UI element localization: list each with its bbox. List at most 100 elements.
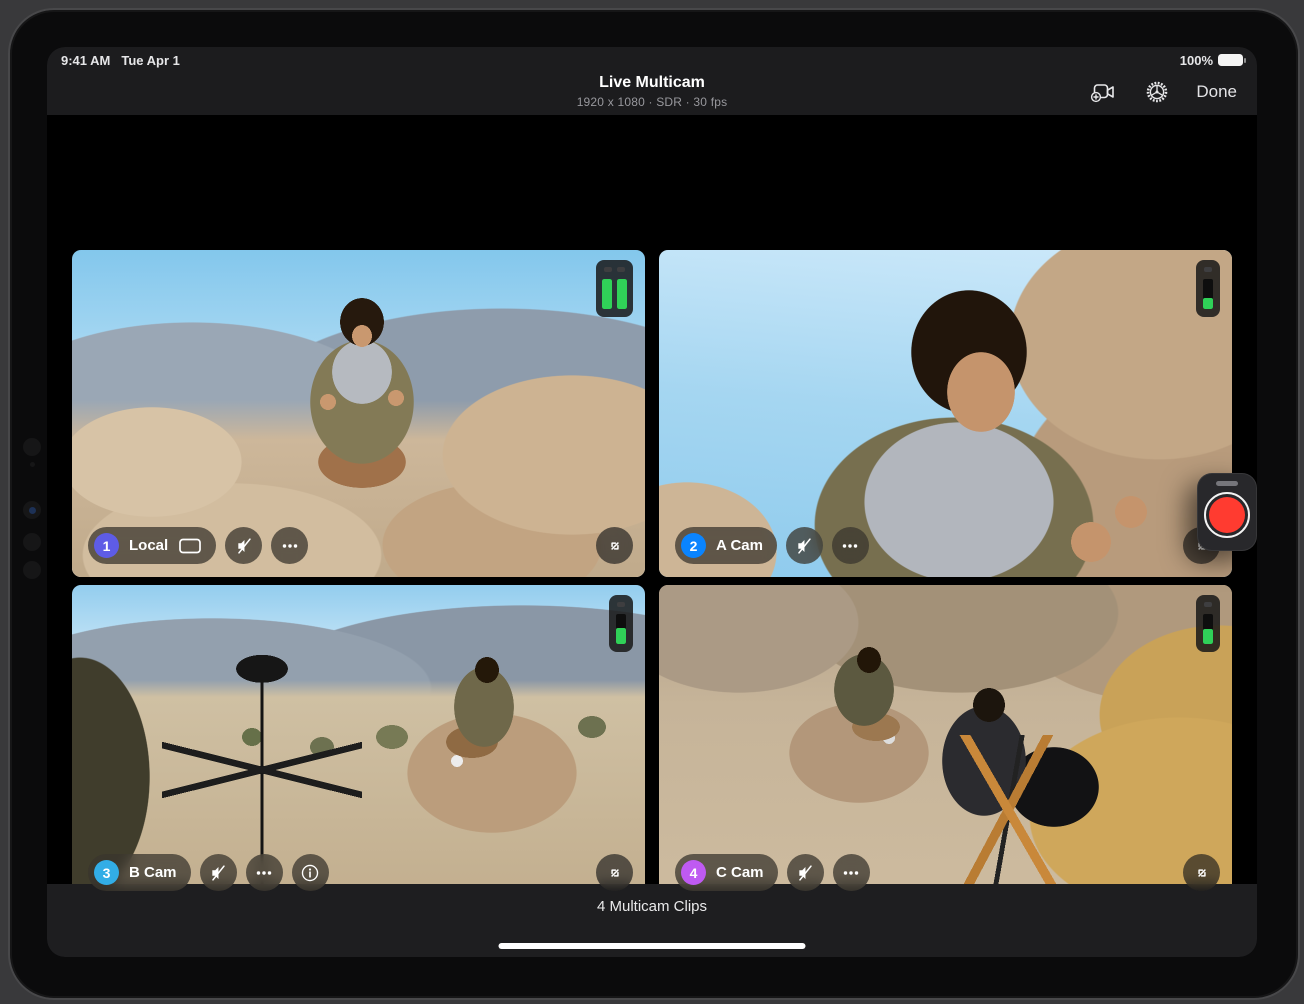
ellipsis-icon [839,535,861,557]
front-sensor-dot [30,462,35,467]
add-camera-button[interactable] [1088,80,1118,104]
speaker-muted-icon [207,862,229,884]
camera-name-label: A Cam [716,537,763,554]
camera-name-pill[interactable]: 3 B Cam [88,854,191,891]
done-button[interactable]: Done [1196,82,1237,102]
camera-number-badge: 2 [681,533,706,558]
mute-button[interactable] [225,527,262,564]
navigation-bar: Live Multicam 1920 x 1080 · SDR · 30 fps [47,69,1257,115]
front-camera-lens [29,507,36,514]
meter-level [602,279,612,309]
expand-icon [605,536,625,556]
camera-name-pill[interactable]: 4 C Cam [675,854,778,891]
page-title: Live Multicam [47,74,1257,92]
meter-status-dots [1204,602,1212,607]
more-options-button[interactable] [833,854,870,891]
camera-name-pill[interactable]: 2 A Cam [675,527,777,564]
ellipsis-icon [279,535,301,557]
tile-controls-local: 1 Local [88,527,308,564]
info-button[interactable] [292,854,329,891]
meter-dot [604,267,612,272]
camera-tile-b-cam[interactable]: 3 B Cam [72,585,645,904]
meter-bars [1203,279,1213,309]
top-chrome-bar: 9:41 AM Tue Apr 1 100% Live Multicam 192… [47,47,1257,115]
bottom-bar: 4 Multicam Clips [47,884,1257,957]
mute-button[interactable] [200,854,237,891]
tile-controls-a-cam: 2 A Cam [675,527,869,564]
info-icon [299,862,321,884]
more-options-button[interactable] [832,527,869,564]
meter-bars [616,614,626,644]
mute-button[interactable] [787,854,824,891]
expand-tile-button[interactable] [596,854,633,891]
battery-icon [1218,54,1243,66]
meter-level [616,628,626,645]
status-time: 9:41 AM [61,53,110,68]
camera-tile-c-cam[interactable]: 4 C Cam [659,585,1232,904]
expand-icon [1192,863,1212,883]
status-right-cluster: 100% [1180,53,1243,68]
audio-meter-c-cam [1196,595,1220,652]
camera-name-label: C Cam [716,864,764,881]
meter-dot [617,602,625,607]
front-sensor-dot [23,561,41,579]
camera-number-badge: 3 [94,860,119,885]
tripod-foreground [162,655,362,885]
speaker-muted-icon [233,535,255,557]
ellipsis-icon [840,862,862,884]
expand-icon [605,863,625,883]
expand-tile-button[interactable] [1183,854,1220,891]
camera-tile-local[interactable]: 1 Local [72,250,645,577]
more-options-button[interactable] [246,854,283,891]
meter-track [616,614,626,644]
meter-dot [1204,267,1212,272]
meter-level [1203,298,1213,309]
meter-level [1203,629,1213,644]
page-subtitle: 1920 x 1080 · SDR · 30 fps [47,95,1257,109]
meter-dot [1204,602,1212,607]
desktop-background: 9:41 AM Tue Apr 1 100% Live Multicam 192… [0,0,1304,1004]
home-indicator[interactable] [499,943,806,949]
meter-status-dots [1204,267,1212,272]
camera-name-label: B Cam [129,864,177,881]
record-drag-handle[interactable] [1216,481,1238,486]
camera-name-pill[interactable]: 1 Local [88,527,216,564]
speaker-muted-icon [793,535,815,557]
meter-status-dots [604,267,625,272]
settings-button[interactable] [1144,79,1170,105]
meter-status-dots [617,602,625,607]
front-sensor-dot [23,533,41,551]
meter-track [617,279,627,309]
record-button[interactable] [1204,492,1250,538]
multicam-grid: 1 Local [47,115,1257,884]
audio-meter-b-cam [609,595,633,652]
tile-controls-c-cam: 4 C Cam [675,854,870,891]
ellipsis-icon [253,862,275,884]
status-bar: 9:41 AM Tue Apr 1 100% [47,51,1257,69]
camera-tile-a-cam[interactable]: 2 A Cam [659,250,1232,577]
camera-number-badge: 1 [94,533,119,558]
camera-number-badge: 4 [681,860,706,885]
status-date: Tue Apr 1 [121,53,180,68]
battery-percent: 100% [1180,53,1213,68]
meter-bars [1203,614,1213,644]
more-options-button[interactable] [271,527,308,564]
speaker-muted-icon [794,862,816,884]
mute-button[interactable] [786,527,823,564]
app-screen: 9:41 AM Tue Apr 1 100% Live Multicam 192… [47,47,1257,957]
record-control-panel[interactable] [1197,473,1257,551]
nav-right-buttons: Done [1088,69,1237,115]
multicam-clips-label[interactable]: 4 Multicam Clips [47,898,1257,915]
audio-meter-a-cam [1196,260,1220,317]
meter-track [1203,614,1213,644]
add-camera-icon [1088,80,1118,104]
meter-track [1203,279,1213,309]
meter-level [617,279,627,309]
settings-gear-icon [1144,79,1170,105]
meter-bars [602,279,627,309]
meter-track [602,279,612,309]
front-sensor-dot [23,438,41,456]
expand-tile-button[interactable] [596,527,633,564]
tile-controls-b-cam: 3 B Cam [88,854,329,891]
battery-tip [1244,58,1246,63]
